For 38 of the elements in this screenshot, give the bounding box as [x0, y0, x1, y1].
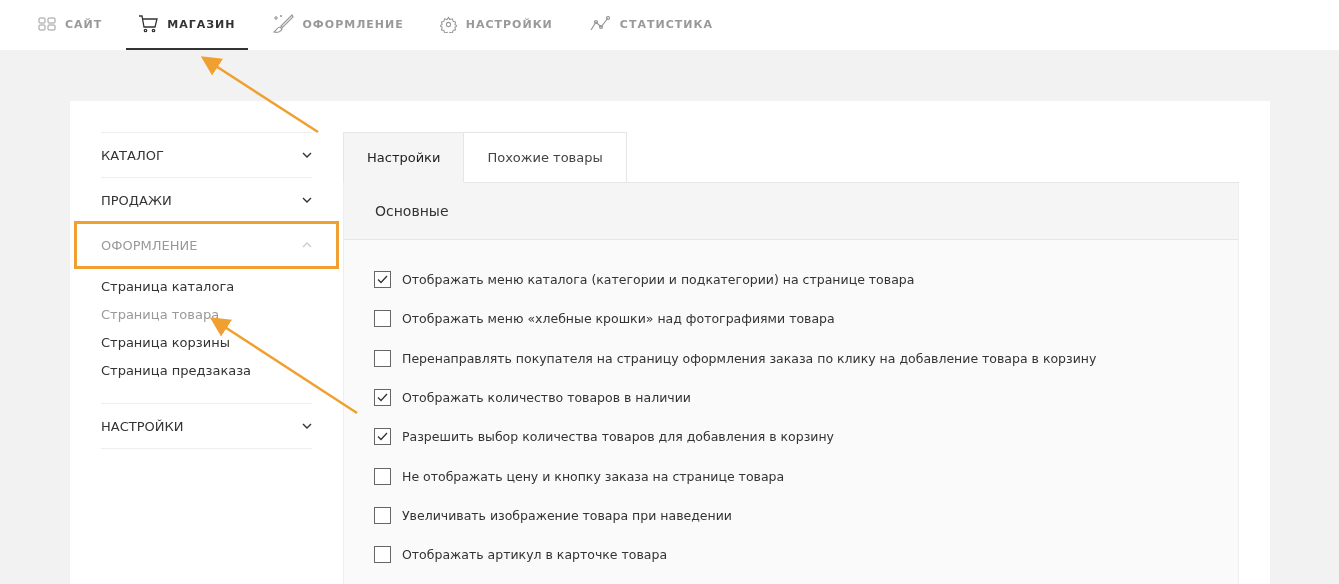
checkbox[interactable]: [374, 428, 391, 446]
checkbox[interactable]: [374, 310, 391, 328]
check-icon: [377, 432, 388, 442]
sidebar-item[interactable]: Страница каталога: [101, 273, 312, 301]
option-label: Отображать количество товаров в наличии: [402, 390, 691, 406]
brush-icon: [271, 14, 294, 34]
option-label: Перенаправлять покупателя на страницу оформления заказа по клику на добавление товара в корзину: [402, 350, 1097, 366]
checkbox[interactable]: [374, 349, 391, 367]
sidebar-section[interactable]: ПРОДАЖИ: [101, 178, 312, 222]
nav-tab[interactable]: МАГАЗИН: [126, 0, 248, 50]
checkbox[interactable]: [374, 546, 391, 564]
chevron-down-icon: [302, 197, 312, 203]
gear-icon: [439, 15, 457, 33]
option-label: Отображать меню каталога (категории и подкатегории) на странице товара: [402, 272, 915, 288]
tab[interactable]: Похожие товары: [464, 132, 627, 183]
sidebar-section[interactable]: НАСТРОЙКИ: [101, 404, 312, 448]
checkbox[interactable]: [374, 467, 391, 485]
check-icon: [377, 393, 388, 403]
option-label: Увеличивать изображение товара при наведении: [402, 507, 732, 523]
chevron-up-icon: [302, 242, 312, 248]
option-label: Разрешить выбор количества товаров для добавления в корзину: [402, 429, 834, 445]
option-label: Отображать артикул в карточке товара: [402, 547, 668, 563]
check-icon: [377, 275, 388, 285]
option-label: Не отображать цену и кнопку заказа на странице товара: [402, 468, 785, 484]
chevron-down-icon: [302, 423, 312, 429]
sidebar-item[interactable]: Страница предзаказа: [101, 357, 312, 385]
checkbox[interactable]: [374, 506, 391, 524]
chevron-down-icon: [302, 152, 312, 158]
cart-icon: [138, 15, 159, 33]
grid-icon: [38, 17, 56, 31]
section-title: Основные: [344, 183, 1238, 240]
tab[interactable]: Настройки: [343, 132, 465, 183]
option-label: Отображать меню «хлебные крошки» над фотографиями товара: [402, 311, 835, 327]
sidebar-section[interactable]: КАТАЛОГ: [101, 133, 312, 177]
checkbox[interactable]: [374, 271, 391, 289]
checkbox[interactable]: [374, 389, 391, 407]
line-chart-icon: [588, 16, 611, 32]
sidebar-item[interactable]: Страница корзины: [101, 329, 312, 357]
